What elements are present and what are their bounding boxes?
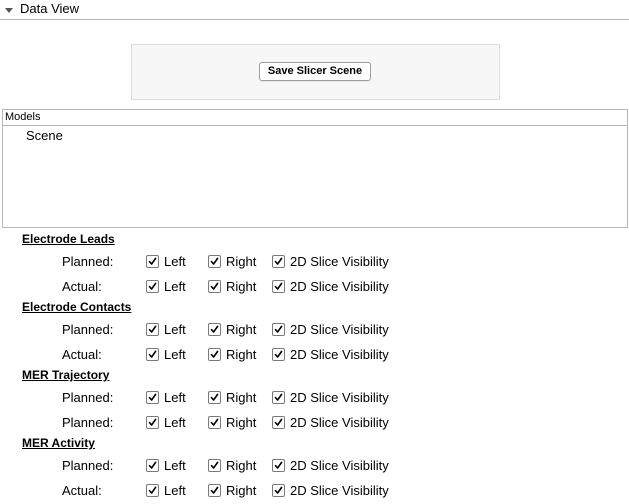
row-label: Planned: xyxy=(62,390,114,405)
slice-visibility-checkbox[interactable]: 2D Slice Visibility xyxy=(272,279,389,294)
slice-visibility-checkbox[interactable]: 2D Slice Visibility xyxy=(272,415,389,430)
row-label: Planned: xyxy=(62,415,114,430)
checkbox-label: 2D Slice Visibility xyxy=(290,254,389,269)
left-visibility-checkbox[interactable]: Left xyxy=(146,458,186,473)
checkbox-label: Left xyxy=(164,279,186,294)
section-title: Data View xyxy=(20,1,80,16)
group-title: MER Trajectory xyxy=(22,368,110,382)
slice-visibility-checkbox[interactable]: 2D Slice Visibility xyxy=(272,322,389,337)
checkbox-label: Left xyxy=(164,347,186,362)
checkbox-label: 2D Slice Visibility xyxy=(290,415,389,430)
row-label: Planned: xyxy=(62,254,114,269)
slice-visibility-checkbox[interactable]: 2D Slice Visibility xyxy=(272,390,389,405)
checkmark-icon[interactable] xyxy=(146,416,159,429)
slice-visibility-checkbox[interactable]: 2D Slice Visibility xyxy=(272,347,389,362)
checkmark-icon[interactable] xyxy=(208,416,221,429)
collapse-arrow-icon[interactable] xyxy=(4,3,14,13)
checkbox-label: Left xyxy=(164,458,186,473)
checkbox-label: 2D Slice Visibility xyxy=(290,458,389,473)
group-title: MER Activity xyxy=(22,436,95,450)
checkbox-label: 2D Slice Visibility xyxy=(290,390,389,405)
left-visibility-checkbox[interactable]: Left xyxy=(146,483,186,498)
checkmark-icon[interactable] xyxy=(272,391,285,404)
checkmark-icon[interactable] xyxy=(208,484,221,497)
models-tree[interactable]: Models Scene xyxy=(2,109,628,228)
checkbox-label: Right xyxy=(226,390,257,405)
left-visibility-checkbox[interactable]: Left xyxy=(146,390,186,405)
checkmark-icon[interactable] xyxy=(272,459,285,472)
checkbox-label: Right xyxy=(226,458,257,473)
checkbox-label: Right xyxy=(226,322,257,337)
checkmark-icon[interactable] xyxy=(208,323,221,336)
row-label: Planned: xyxy=(62,322,114,337)
checkbox-label: Right xyxy=(226,415,257,430)
slice-visibility-checkbox[interactable]: 2D Slice Visibility xyxy=(272,483,389,498)
slice-visibility-checkbox[interactable]: 2D Slice Visibility xyxy=(272,458,389,473)
right-visibility-checkbox[interactable]: Right xyxy=(208,347,256,362)
group-title: Electrode Contacts xyxy=(22,300,132,314)
row-label: Planned: xyxy=(62,458,114,473)
checkmark-icon[interactable] xyxy=(146,323,159,336)
left-visibility-checkbox[interactable]: Left xyxy=(146,279,186,294)
checkmark-icon[interactable] xyxy=(272,484,285,497)
left-visibility-checkbox[interactable]: Left xyxy=(146,347,186,362)
models-column-header[interactable]: Models xyxy=(3,110,627,126)
checkmark-icon[interactable] xyxy=(272,255,285,268)
checkmark-icon[interactable] xyxy=(208,459,221,472)
row-label: Actual: xyxy=(62,347,102,362)
left-visibility-checkbox[interactable]: Left xyxy=(146,415,186,430)
data-view-section-header[interactable]: Data View xyxy=(0,0,629,20)
checkbox-label: 2D Slice Visibility xyxy=(290,347,389,362)
checkbox-label: Left xyxy=(164,415,186,430)
checkbox-label: 2D Slice Visibility xyxy=(290,483,389,498)
checkbox-label: Left xyxy=(164,390,186,405)
right-visibility-checkbox[interactable]: Right xyxy=(208,483,256,498)
checkbox-label: Left xyxy=(164,254,186,269)
checkmark-icon[interactable] xyxy=(146,280,159,293)
checkmark-icon[interactable] xyxy=(146,391,159,404)
checkmark-icon[interactable] xyxy=(272,323,285,336)
right-visibility-checkbox[interactable]: Right xyxy=(208,279,256,294)
checkbox-label: 2D Slice Visibility xyxy=(290,279,389,294)
checkmark-icon[interactable] xyxy=(146,255,159,268)
checkbox-label: Right xyxy=(226,347,257,362)
right-visibility-checkbox[interactable]: Right xyxy=(208,390,256,405)
checkbox-label: Right xyxy=(226,254,257,269)
save-slicer-scene-button[interactable]: Save Slicer Scene xyxy=(259,62,371,81)
checkmark-icon[interactable] xyxy=(208,255,221,268)
checkbox-label: Right xyxy=(226,279,257,294)
checkmark-icon[interactable] xyxy=(146,348,159,361)
checkmark-icon[interactable] xyxy=(208,280,221,293)
checkmark-icon[interactable] xyxy=(208,391,221,404)
row-label: Actual: xyxy=(62,483,102,498)
row-label: Actual: xyxy=(62,279,102,294)
right-visibility-checkbox[interactable]: Right xyxy=(208,458,256,473)
checkmark-icon[interactable] xyxy=(146,459,159,472)
tree-item-scene[interactable]: Scene xyxy=(26,128,63,143)
checkmark-icon[interactable] xyxy=(272,348,285,361)
checkmark-icon[interactable] xyxy=(272,280,285,293)
right-visibility-checkbox[interactable]: Right xyxy=(208,322,256,337)
right-visibility-checkbox[interactable]: Right xyxy=(208,254,256,269)
checkbox-label: Left xyxy=(164,483,186,498)
models-header-label: Models xyxy=(5,111,41,123)
checkbox-label: Right xyxy=(226,483,257,498)
group-title: Electrode Leads xyxy=(22,232,115,246)
left-visibility-checkbox[interactable]: Left xyxy=(146,322,186,337)
right-visibility-checkbox[interactable]: Right xyxy=(208,415,256,430)
slice-visibility-checkbox[interactable]: 2D Slice Visibility xyxy=(272,254,389,269)
checkmark-icon[interactable] xyxy=(146,484,159,497)
left-visibility-checkbox[interactable]: Left xyxy=(146,254,186,269)
checkbox-label: 2D Slice Visibility xyxy=(290,322,389,337)
checkmark-icon[interactable] xyxy=(272,416,285,429)
checkmark-icon[interactable] xyxy=(208,348,221,361)
save-scene-frame: Save Slicer Scene xyxy=(131,44,500,100)
checkbox-label: Left xyxy=(164,322,186,337)
